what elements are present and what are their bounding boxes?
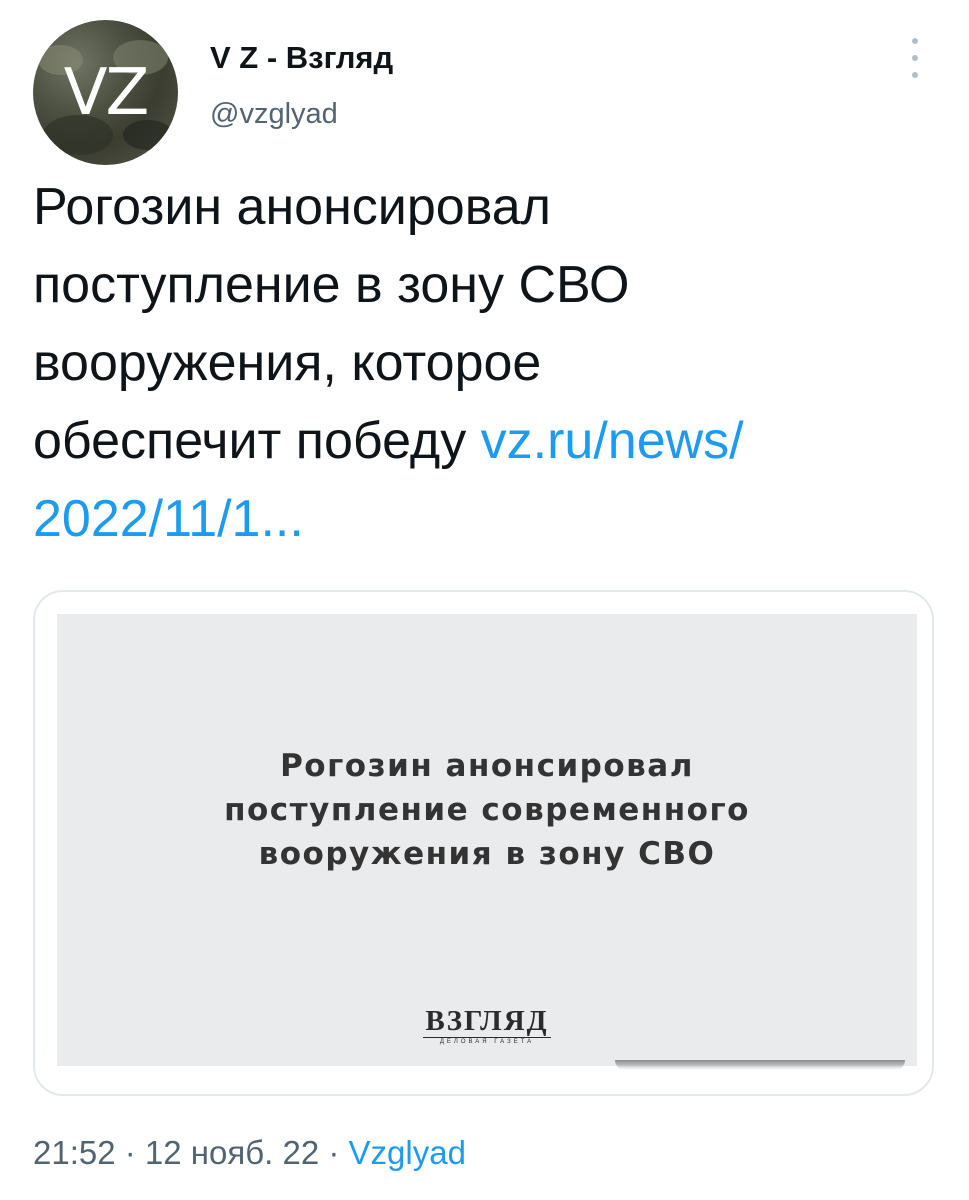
tweet-time[interactable]: 21:52 <box>33 1134 116 1171</box>
tweet-text: Рогозин анонсировал поступление в зону С… <box>33 168 933 558</box>
card-headline-line: поступление современного <box>224 792 750 828</box>
tweet-line: 2022/11/1... <box>33 480 933 558</box>
avatar[interactable]: VZ <box>33 20 178 165</box>
more-dot <box>912 55 918 61</box>
card-headline: Рогозин анонсировал поступление современ… <box>57 744 917 876</box>
card-brand-logo: ВЗГЛЯД ДЕЛОВАЯ ГАЗЕТА <box>57 1006 917 1045</box>
more-dot <box>912 38 918 44</box>
meta-separator: · <box>115 1134 145 1171</box>
more-dot <box>912 72 918 78</box>
tweet-link[interactable]: vz.ru/news/ <box>481 412 744 470</box>
avatar-logo: VZ <box>63 55 150 130</box>
brand-subtitle: ДЕЛОВАЯ ГАЗЕТА <box>439 1039 535 1045</box>
brand-name: ВЗГЛЯД <box>423 1005 551 1038</box>
card-image-shadow <box>615 1060 905 1070</box>
author-handle[interactable]: @vzglyad <box>210 98 338 131</box>
tweet-line: поступление в зону СВО <box>33 256 630 314</box>
tweet-date[interactable]: 12 нояб. 22 <box>145 1134 319 1171</box>
card-image: Рогозин анонсировал поступление современ… <box>57 614 917 1066</box>
card-headline-line: Рогозин анонсировал <box>280 748 694 784</box>
tweet-line: Рогозин анонсировал <box>33 178 551 236</box>
meta-separator: · <box>319 1134 349 1171</box>
tweet-line-text: обеспечит победу <box>33 412 481 470</box>
card-headline-line: вооружения в зону СВО <box>258 836 716 872</box>
tweet-source[interactable]: Vzglyad <box>349 1134 466 1171</box>
tweet-link-continued[interactable]: 2022/11/1... <box>33 490 304 548</box>
tweet-meta: 21:52 · 12 нояб. 22 · Vzglyad <box>33 1134 466 1172</box>
link-preview-card[interactable]: Рогозин анонсировал поступление современ… <box>33 590 934 1096</box>
tweet-line-with-link: обеспечит победу vz.ru/news/ <box>33 402 933 480</box>
tweet-line: вооружения, которое <box>33 334 542 392</box>
author-name[interactable]: V Z - Взгляд <box>210 40 393 76</box>
more-vertical-icon[interactable] <box>905 38 925 78</box>
